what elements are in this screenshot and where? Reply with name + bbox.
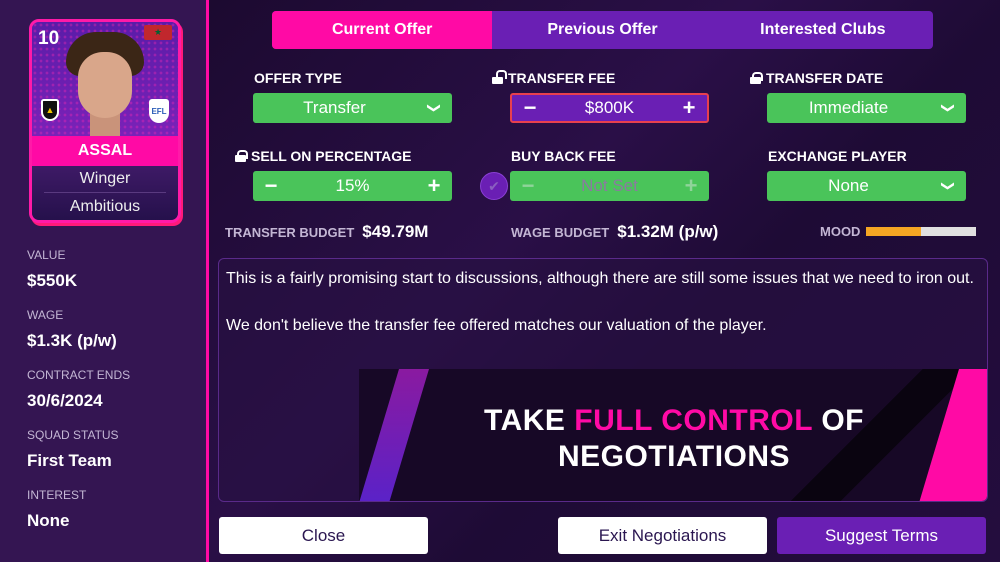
stat-value-squad-status: First Team (27, 451, 112, 470)
buy-back-value: Not Set (581, 176, 638, 195)
stat-label-squad-status: SQUAD STATUS (27, 428, 119, 442)
exit-negotiations-button[interactable]: Exit Negotiations (558, 517, 767, 554)
offer-type-label-text: OFFER TYPE (254, 70, 342, 86)
player-sidebar: 10 ★ ▲ EFL ASSAL Winger Ambitious VALUE … (0, 0, 206, 562)
transfer-fee-stepper[interactable]: − $800K + (510, 93, 709, 123)
check-icon: ✔ (488, 177, 500, 194)
offer-type-value: Transfer (303, 98, 366, 117)
buy-back-label-text: BUY BACK FEE (511, 148, 616, 164)
offer-type-dropdown[interactable]: Transfer ❯ (253, 93, 452, 123)
stat-value-interest: None (27, 511, 70, 530)
buy-back-stepper[interactable]: − Not Set + (510, 171, 709, 201)
negotiation-message: This is a fairly promising start to disc… (218, 258, 988, 502)
promo-text-part: TAKE (484, 404, 575, 437)
padlock-icon[interactable] (750, 72, 763, 84)
mood-indicator: MOOD (820, 224, 977, 239)
promo-headline: TAKE FULL CONTROL OF NEGOTIATIONS (359, 403, 987, 475)
unlocked-padlock-icon[interactable] (492, 70, 507, 84)
increase-buy-back-button[interactable]: + (673, 173, 709, 199)
transfer-date-label-text: TRANSFER DATE (766, 70, 884, 86)
morocco-flag-icon: ★ (144, 25, 172, 40)
card-divider (44, 192, 166, 193)
transfer-budget-label: TRANSFER BUDGET (225, 225, 355, 240)
mood-label: MOOD (820, 224, 861, 239)
promo-text-line-2: NEGOTIATIONS (557, 440, 791, 473)
padlock-icon[interactable] (235, 150, 248, 162)
exchange-player-dropdown[interactable]: None ❯ (767, 171, 966, 201)
chevron-down-icon: ❯ (941, 102, 956, 114)
transfer-date-label: TRANSFER DATE (750, 70, 883, 86)
sell-on-value: 15% (335, 176, 370, 195)
chevron-down-icon: ❯ (941, 180, 956, 192)
stat-label-wage: WAGE (27, 308, 64, 322)
transfer-fee-value: $800K (584, 98, 635, 117)
decrease-buy-back-button[interactable]: − (510, 173, 546, 199)
stat-label-contract: CONTRACT ENDS (27, 368, 131, 382)
exchange-player-label: EXCHANGE PLAYER (768, 148, 907, 164)
chevron-down-icon: ❯ (427, 102, 442, 114)
mood-bar-fill (866, 227, 922, 236)
wage-budget-label: WAGE BUDGET (511, 225, 610, 240)
stat-label-value: VALUE (27, 248, 66, 262)
wage-budget-value: $1.32M (p/w) (617, 222, 719, 241)
shirt-number: 10 (38, 28, 60, 49)
stat-value-wage: $1.3K (p/w) (27, 331, 117, 350)
player-position: Winger (79, 170, 131, 187)
exchange-player-value: None (828, 176, 869, 195)
wage-budget: WAGE BUDGET $1.32M (p/w) (511, 222, 718, 242)
transfer-date-value: Immediate (808, 98, 889, 117)
sell-on-stepper[interactable]: − 15% + (253, 171, 452, 201)
mood-bar (866, 227, 977, 236)
transfer-date-dropdown[interactable]: Immediate ❯ (767, 93, 966, 123)
player-name: ASSAL (32, 136, 178, 166)
promo-text-part: OF (812, 404, 864, 437)
club-crest-icon: ▲ (41, 99, 59, 121)
tab-current-offer[interactable]: Current Offer (272, 11, 493, 49)
message-line-2: We don't believe the transfer fee offere… (226, 317, 767, 334)
suggest-terms-button[interactable]: Suggest Terms (777, 517, 986, 554)
buy-back-label: BUY BACK FEE (511, 148, 616, 164)
offer-type-label: OFFER TYPE (254, 70, 342, 86)
transfer-budget-value: $49.79M (362, 222, 429, 241)
message-line-1: This is a fairly promising start to disc… (226, 270, 974, 287)
transfer-fee-label: TRANSFER FEE (492, 70, 615, 86)
promo-banner: TAKE FULL CONTROL OF NEGOTIATIONS (359, 369, 987, 501)
buy-back-toggle-checkbox[interactable]: ✔ (480, 172, 508, 200)
promo-highlight: FULL CONTROL (574, 404, 813, 437)
stat-value-value: $550K (27, 271, 78, 290)
efl-badge-icon: EFL (149, 99, 169, 123)
increase-sell-on-button[interactable]: + (416, 173, 452, 199)
decrease-fee-button[interactable]: − (512, 95, 548, 121)
player-personality: Ambitious (69, 198, 141, 215)
stat-value-contract: 30/6/2024 (27, 391, 103, 410)
tab-interested-clubs[interactable]: Interested Clubs (713, 11, 933, 49)
decrease-sell-on-button[interactable]: − (253, 173, 289, 199)
exchange-player-label-text: EXCHANGE PLAYER (768, 148, 907, 164)
player-portrait (66, 32, 144, 136)
player-stats: VALUE $550K WAGE $1.3K (p/w) CONTRACT EN… (27, 248, 130, 548)
player-photo: 10 ★ ▲ EFL (32, 22, 178, 136)
stat-label-interest: INTEREST (27, 488, 87, 502)
sell-on-label: SELL ON PERCENTAGE (235, 148, 412, 164)
player-card[interactable]: 10 ★ ▲ EFL ASSAL Winger Ambitious (29, 19, 181, 223)
increase-fee-button[interactable]: + (671, 95, 707, 121)
sell-on-label-text: SELL ON PERCENTAGE (251, 148, 412, 164)
tab-previous-offer[interactable]: Previous Offer (492, 11, 712, 49)
close-button[interactable]: Close (219, 517, 428, 554)
transfer-budget: TRANSFER BUDGET $49.79M (225, 222, 428, 242)
transfer-fee-label-text: TRANSFER FEE (508, 70, 616, 86)
offer-tabs: Current Offer Previous Offer Interested … (272, 11, 933, 49)
